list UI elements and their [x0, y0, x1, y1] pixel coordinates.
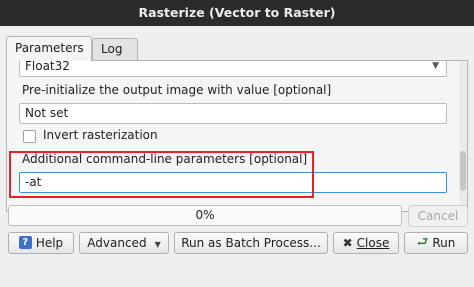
help-button[interactable]: ? Help: [8, 232, 74, 254]
window-title: Rasterize (Vector to Raster): [0, 0, 474, 26]
output-type-value: Float32: [25, 60, 70, 73]
help-icon: ?: [18, 236, 32, 249]
close-x-icon: ✖: [342, 235, 353, 250]
advanced-button[interactable]: Advanced ▼: [79, 232, 169, 254]
invert-checkbox[interactable]: [23, 130, 36, 143]
close-button[interactable]: ✖ Close: [333, 232, 399, 254]
close-label: Close: [356, 236, 390, 250]
init-value-field[interactable]: Not set: [19, 103, 447, 124]
scrollbar-thumb[interactable]: [460, 151, 466, 191]
progress-bar: 0%: [8, 205, 402, 226]
run-button[interactable]: ⮐ Run: [404, 232, 468, 254]
tab-parameters[interactable]: Parameters: [6, 36, 92, 61]
output-type-combo[interactable]: Float32 ▼: [19, 60, 447, 77]
panel-scrollbar[interactable]: [459, 61, 467, 211]
run-label: Run: [432, 236, 456, 250]
annotation-highlight-box: [9, 151, 314, 198]
run-arrow-icon: ⮐: [416, 234, 429, 250]
invert-label: Invert rasterization: [43, 128, 158, 142]
chevron-down-icon: ▼: [432, 61, 439, 71]
batch-process-button[interactable]: Run as Batch Process...: [174, 232, 328, 254]
cancel-button[interactable]: Cancel: [408, 205, 468, 227]
advanced-label: Advanced: [87, 236, 147, 250]
dropdown-arrow-icon: ▼: [154, 240, 161, 249]
tab-log[interactable]: Log: [92, 38, 138, 60]
init-value-label: Pre-initialize the output image with val…: [22, 83, 332, 97]
help-label: Help: [35, 236, 64, 250]
